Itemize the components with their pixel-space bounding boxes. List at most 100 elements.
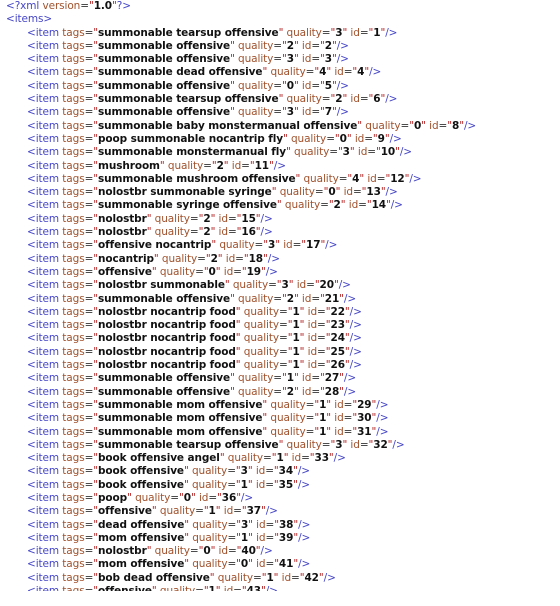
xml-item-line[interactable]: <item tags="summonable mom offensive" qu… (0, 412, 560, 425)
xml-item-line[interactable]: <item tags="summonable dead offensive" q… (0, 66, 560, 79)
xml-item-line[interactable]: <item tags="book offensive angel" qualit… (0, 452, 560, 465)
xml-item-line[interactable]: <item tags="summonable syringe offensive… (0, 199, 560, 212)
xml-item-line[interactable]: <item tags="summonable mom offensive" qu… (0, 399, 560, 412)
xml-item-line[interactable]: <item tags="summonable offensive" qualit… (0, 106, 560, 119)
attr-eq: = (265, 478, 274, 491)
tag-open-punct: < (27, 292, 36, 305)
attr-eq: = (311, 53, 321, 66)
xml-item-line[interactable]: <item tags="nolostbr" quality="2" id="16… (0, 226, 560, 239)
attr-eq: = (273, 385, 282, 398)
xml-item-line[interactable]: <item tags="nolostbr nocantrip food" qua… (0, 332, 560, 345)
xml-item-line[interactable]: <item tags="nolostbr nocantrip food" qua… (0, 306, 560, 319)
xml-document-view[interactable]: <?xml version="1.0"?> <items> <item tags… (0, 0, 560, 606)
xml-item-line[interactable]: <item tags="summonable offensive" qualit… (0, 80, 560, 93)
xml-item-line[interactable]: <item tags="book offensive" quality="3" … (0, 465, 560, 478)
xml-item-line[interactable]: <item tags="nolostbr summonable syringe"… (0, 186, 560, 199)
xml-item-line[interactable]: <item tags="poop summonable nocantrip fl… (0, 133, 560, 146)
xml-item-line[interactable]: <item tags="mom offensive" quality="1" i… (0, 532, 560, 545)
attr-eq: = (301, 452, 310, 465)
attr-eq: = (314, 186, 324, 199)
xml-item-line[interactable]: <item tags="summonable offensive" qualit… (0, 386, 560, 399)
xml-item-line[interactable]: <item tags="summonable offensive" qualit… (0, 372, 560, 385)
xml-item-line[interactable]: <item tags="nocantrip" quality="2" id="1… (0, 253, 560, 266)
xml-item-line[interactable]: <item tags="summonable offensive" qualit… (0, 53, 560, 66)
attr-eq: = (279, 305, 288, 318)
attr-value-tags: nolostbr nocantrip food (98, 332, 236, 345)
attr-value-id: 15 (241, 212, 256, 225)
attr-name-tags: tags (62, 372, 85, 385)
attr-name-quality: quality (238, 372, 274, 385)
xml-item-line[interactable]: <item tags="summonable offensive" qualit… (0, 40, 560, 53)
attr-value-tags: summonable offensive (98, 106, 231, 119)
xml-item-line[interactable]: <item tags="dead offensive" quality="3" … (0, 519, 560, 532)
element-name: item (35, 146, 60, 159)
xml-item-line-clipped[interactable]: <item tags="offensive" quality="1" id="4… (0, 585, 560, 591)
tag-open-punct: < (27, 186, 36, 199)
attr-eq: = (279, 345, 288, 358)
attr-name-quality: quality (135, 491, 171, 504)
attr-eq: = (208, 491, 218, 504)
prolog-close-punct: ?> (116, 0, 131, 12)
xml-item-line[interactable]: <item tags="summonable tearsup offensive… (0, 27, 560, 40)
xml-item-line[interactable]: <item tags="book offensive" quality="1" … (0, 479, 560, 492)
xml-item-line[interactable]: <item tags="nolostbr nocantrip food" qua… (0, 319, 560, 332)
xml-item-line[interactable]: <item tags="mushroom" quality="2" id="11… (0, 160, 560, 173)
attr-name-tags: tags (62, 478, 85, 491)
attr-eq: = (84, 199, 94, 212)
attr-value-tags: nolostbr summonable syringe (98, 186, 272, 199)
attr-eq: = (273, 292, 282, 305)
attr-eq: = (311, 106, 321, 119)
xml-item-line[interactable]: <item tags="bob dead offensive" quality=… (0, 572, 560, 585)
xml-item-line[interactable]: <item tags="nolostbr" quality="2" id="15… (0, 213, 560, 226)
attr-eq: = (84, 305, 94, 318)
xml-item-line[interactable]: <item tags="offensive" quality="0" id="1… (0, 266, 560, 279)
xml-item-line[interactable]: <item tags="nolostbr summonable" quality… (0, 279, 560, 292)
tag-selfclose-punct: /> (376, 425, 389, 438)
attr-eq: = (227, 465, 236, 478)
attr-value-tags: offensive nocantrip (98, 239, 212, 252)
attr-name-tags: tags (62, 545, 85, 558)
tag-selfclose-punct: /> (323, 571, 336, 584)
tag-selfclose-punct: /> (298, 531, 311, 544)
attr-name-tags: tags (62, 39, 85, 52)
attr-name-id: id (218, 545, 228, 558)
xml-item-line[interactable]: <item tags="summonable mom offensive" qu… (0, 426, 560, 439)
attr-name-id: id (218, 226, 228, 239)
attr-value-id: 13 (366, 186, 381, 199)
tag-selfclose-punct: /> (399, 146, 412, 159)
attr-name-tags: tags (62, 53, 85, 66)
prolog-name: xml (20, 0, 40, 12)
attr-value-tags: summonable offensive (98, 372, 231, 385)
attr-eq: = (235, 252, 244, 265)
element-name: item (35, 558, 60, 571)
element-name: item (35, 438, 60, 451)
attr-value-quality: 0 (183, 491, 191, 504)
attr-value-tags: dead offensive (98, 518, 185, 531)
xml-item-line[interactable]: <item tags="summonable baby monstermanua… (0, 120, 560, 133)
xml-item-line[interactable]: <item tags="summonable offensive" qualit… (0, 293, 560, 306)
attr-eq: = (279, 332, 288, 345)
element-name: item (35, 505, 60, 518)
xml-item-line[interactable]: <item tags="poop" quality="0" id="36"/> (0, 492, 560, 505)
tag-selfclose-punct: /> (389, 132, 402, 145)
attr-value-id: 5 (324, 79, 332, 92)
attr-value-tags: summonable tearsup offensive (98, 93, 279, 106)
xml-item-line[interactable]: <item tags="summonable monstermanual fly… (0, 146, 560, 159)
xml-item-line[interactable]: <item tags="summonable tearsup offensive… (0, 93, 560, 106)
xml-item-line[interactable]: <item tags="nolostbr" quality="0" id="40… (0, 545, 560, 558)
attr-value-quality: 1 (286, 372, 294, 385)
attr-eq: = (84, 79, 94, 92)
element-name: item (35, 186, 60, 199)
xml-item-line[interactable]: <item tags="summonable mushroom offensiv… (0, 173, 560, 186)
attr-name-quality: quality (243, 332, 280, 345)
xml-item-line[interactable]: <item tags="offensive nocantrip" quality… (0, 239, 560, 252)
attr-name-id: id (291, 452, 302, 465)
attr-name-tags: tags (62, 438, 85, 451)
xml-item-line[interactable]: <item tags="mom offensive" quality="0" i… (0, 558, 560, 571)
xml-item-line[interactable]: <item tags="nolostbr nocantrip food" qua… (0, 359, 560, 372)
attr-eq: = (279, 319, 288, 332)
xml-item-line[interactable]: <item tags="summonable tearsup offensive… (0, 439, 560, 452)
xml-item-line[interactable]: <item tags="offensive" quality="1" id="3… (0, 505, 560, 518)
xml-item-line[interactable]: <item tags="nolostbr nocantrip food" qua… (0, 346, 560, 359)
tag-open-punct: < (27, 279, 36, 292)
